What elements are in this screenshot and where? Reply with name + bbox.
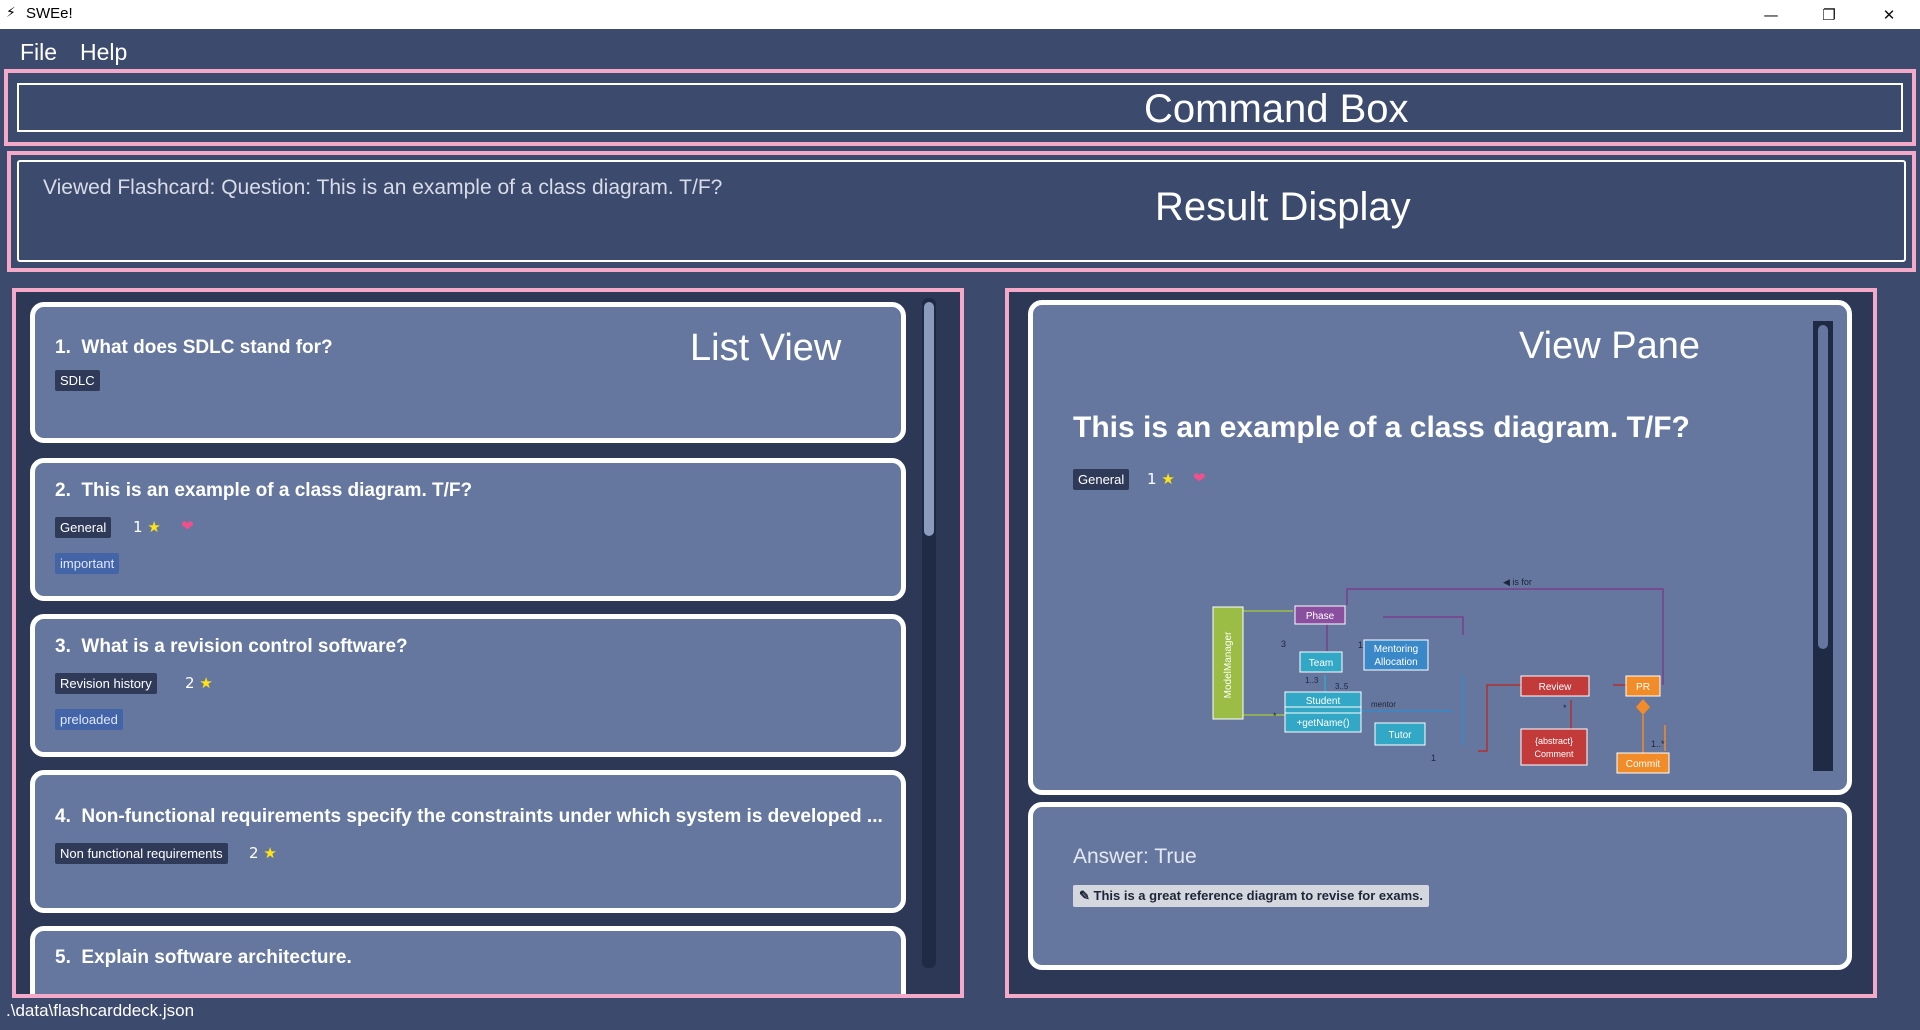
flashcard-list-item[interactable]: 2. This is an example of a class diagram…	[30, 458, 906, 601]
category-tag: General	[55, 517, 112, 538]
note-badge: ✎ This is a great reference diagram to r…	[1073, 885, 1429, 907]
comment-box	[1520, 728, 1588, 766]
flashcard-list-item[interactable]: 5. Explain software architecture.	[30, 926, 906, 994]
command-input[interactable]	[19, 85, 1901, 130]
view-scrollbar-thumb[interactable]	[1818, 325, 1828, 649]
multiplicity-label: *	[1563, 703, 1567, 713]
heart-icon: ❤	[181, 517, 194, 535]
diagram-line	[1346, 588, 1664, 685]
result-display-region: Viewed Flashcard: Question: This is an e…	[7, 151, 1916, 272]
maximize-icon[interactable]: ❐	[1806, 0, 1852, 29]
commit-label: Commit	[1626, 759, 1661, 770]
is-for-label: ◀ is for	[1503, 577, 1532, 587]
app-icon: ⚡	[6, 5, 16, 21]
flashcard-list-item[interactable]: 1. What does SDLC stand for? SDLC List V…	[30, 302, 906, 443]
pr-label: PR	[1636, 682, 1650, 693]
abstract-label: {abstract}	[1535, 736, 1573, 746]
star-icon: ★	[199, 674, 213, 692]
menu-bar: File Help	[0, 29, 1920, 69]
multiplicity-label: 1	[1431, 753, 1436, 763]
title-bar: ⚡ SWEe! — ❐ ✕	[0, 0, 1920, 29]
result-display: Viewed Flashcard: Question: This is an e…	[17, 160, 1906, 262]
multiplicity-label: 3..5	[1335, 682, 1349, 691]
command-box-region: Command Box	[4, 69, 1916, 146]
flashcard-list-item[interactable]: 4. Non-functional requirements specify t…	[30, 770, 906, 913]
diagram-line	[1383, 616, 1464, 635]
team-label: Team	[1309, 658, 1333, 669]
tutor-label: Tutor	[1389, 730, 1413, 741]
mentor-label: mentor	[1371, 700, 1396, 709]
multiplicity-label: 3	[1281, 639, 1286, 649]
result-text: Viewed Flashcard: Question: This is an e…	[43, 176, 723, 199]
multiplicity-label: 1..3	[1305, 676, 1319, 685]
list-view-panel: 1. What does SDLC stand for? SDLC List V…	[12, 288, 964, 998]
card-title: 5. Explain software architecture.	[55, 947, 352, 968]
card-title: 2. This is an example of a class diagram…	[55, 480, 473, 501]
list-scrollbar-thumb[interactable]	[924, 302, 934, 536]
card-title: 4. Non-functional requirements specify t…	[55, 806, 883, 827]
command-box	[17, 83, 1903, 132]
category-tag: Non functional requirements	[55, 843, 228, 864]
review-label: Review	[1539, 682, 1573, 693]
menu-help[interactable]: Help	[80, 39, 127, 66]
composition-diamond	[1636, 699, 1650, 715]
model-manager-label: ModelManager	[1223, 631, 1234, 698]
result-display-label: Result Display	[1155, 185, 1411, 229]
flashcard-list-item[interactable]: 3. What is a revision control software? …	[30, 614, 906, 757]
question-card: View Pane This is an example of a class …	[1028, 300, 1852, 795]
get-name-label: +getName()	[1296, 718, 1349, 729]
comment-label: Comment	[1534, 749, 1574, 759]
category-tag: SDLC	[55, 370, 100, 391]
user-tag: preloaded	[55, 709, 123, 730]
allocation-label: Allocation	[1374, 657, 1417, 668]
multiplicity-label: *	[1273, 711, 1277, 721]
star-icon: ★	[263, 844, 277, 862]
answer-card: Answer: True ✎ This is a great reference…	[1028, 802, 1852, 970]
star-icon: ★	[147, 518, 161, 536]
close-icon[interactable]: ✕	[1866, 0, 1912, 29]
view-pane-panel: View Pane This is an example of a class …	[1005, 288, 1877, 998]
phase-label: Phase	[1306, 611, 1335, 622]
difficulty-rating: 2 ★	[249, 844, 277, 862]
user-tag: important	[55, 553, 120, 574]
answer-text: Answer: True	[1073, 845, 1197, 868]
class-diagram-image: ◀ is for ModelManager Phase Team Mentori…	[1212, 577, 1670, 774]
view-scrollbar[interactable]	[1813, 321, 1833, 771]
multiplicity-label: 1	[1358, 640, 1363, 650]
minimize-icon[interactable]: —	[1748, 0, 1794, 29]
difficulty-rating: 2 ★	[185, 674, 213, 692]
window-title: SWEe!	[26, 5, 73, 22]
category-tag: Revision history	[55, 673, 157, 694]
menu-file[interactable]: File	[20, 39, 57, 66]
status-bar-path: .\data\flashcarddeck.json	[6, 1001, 195, 1020]
command-box-label: Command Box	[1144, 87, 1409, 131]
student-label: Student	[1306, 696, 1341, 707]
card-title: 3. What is a revision control software?	[55, 636, 408, 657]
multiplicity-label: 1..*	[1651, 739, 1665, 749]
mentoring-label: Mentoring	[1374, 644, 1418, 655]
list-view-label: List View	[690, 327, 842, 369]
difficulty-rating: 1 ★	[133, 518, 161, 536]
list-scrollbar[interactable]	[922, 298, 936, 968]
card-title: 1. What does SDLC stand for?	[55, 337, 333, 358]
